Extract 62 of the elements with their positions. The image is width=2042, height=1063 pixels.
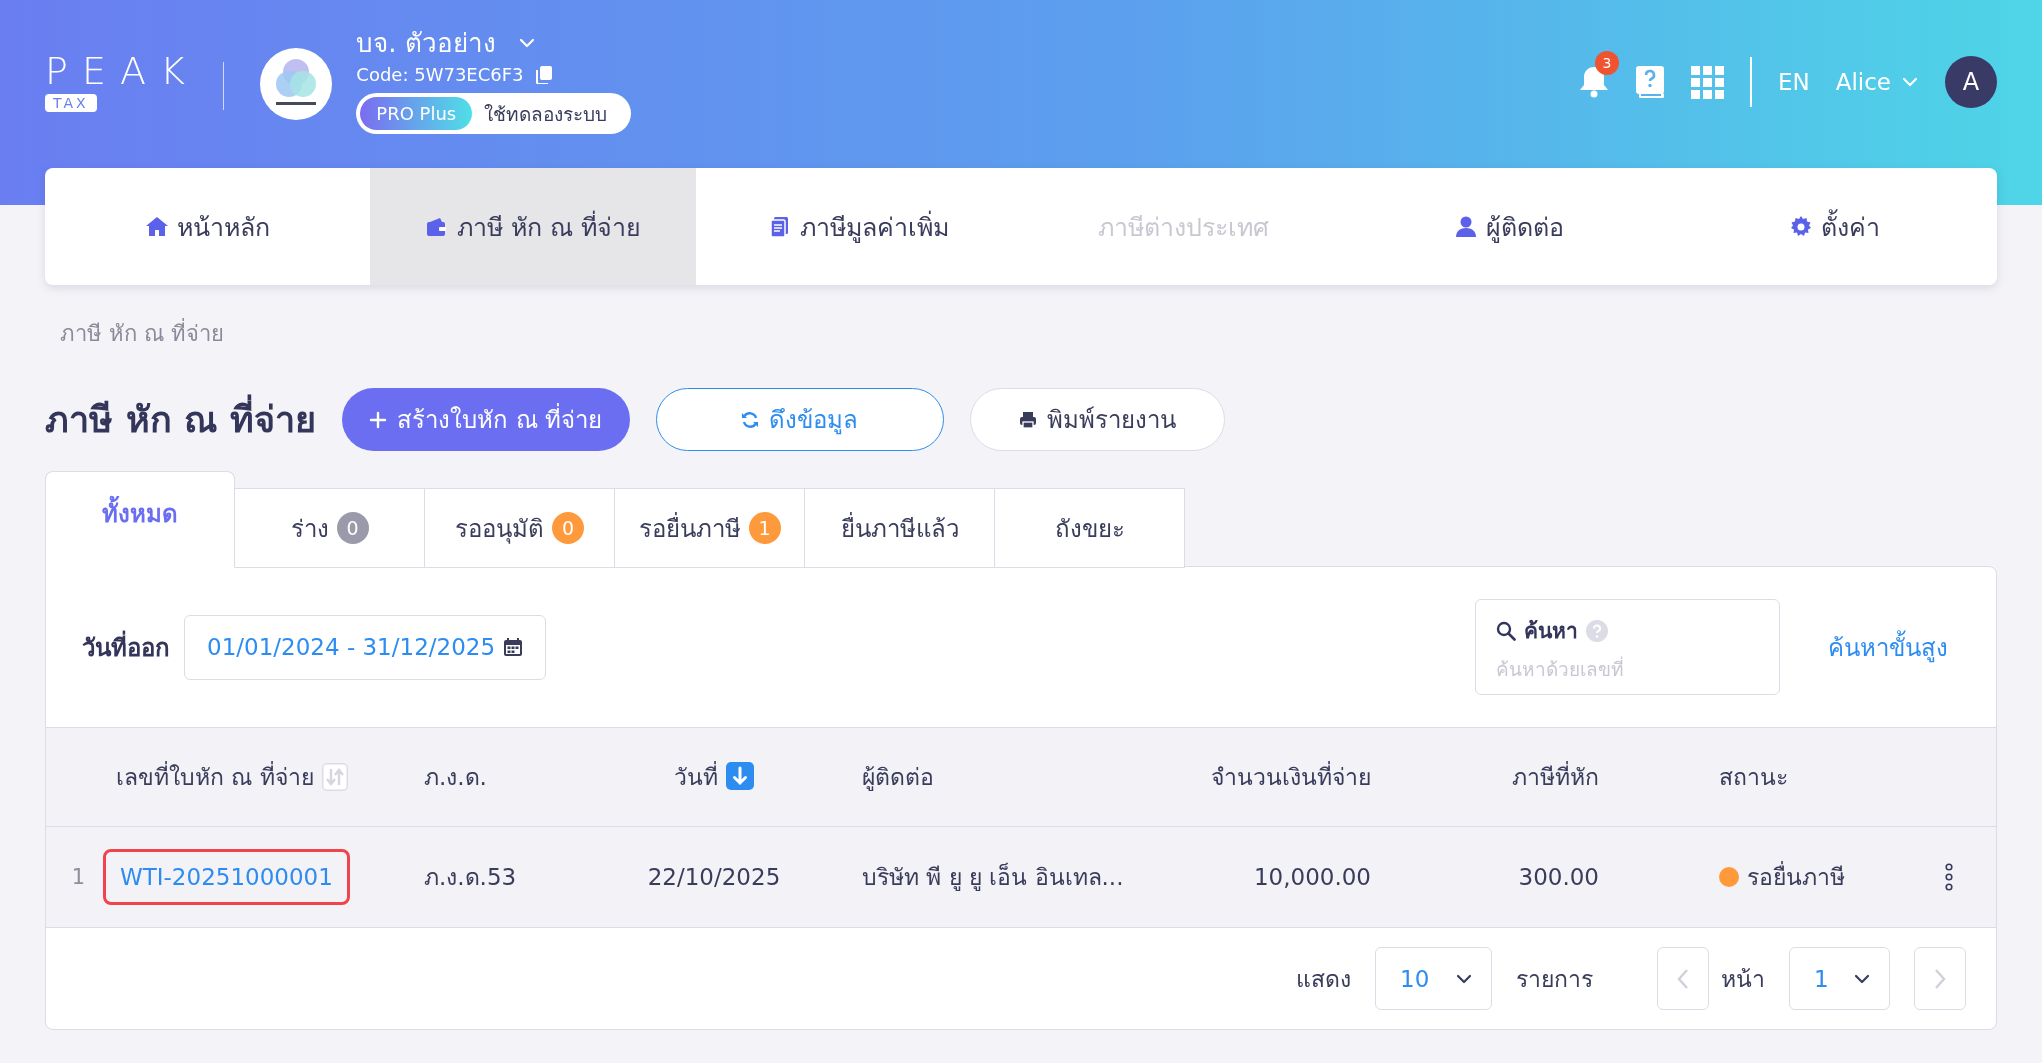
- count-badge: 0: [552, 512, 584, 544]
- nav-tab[interactable]: ภาษีมูลค่าเพิ่ม: [695, 168, 1021, 285]
- search-icon: [1496, 620, 1516, 641]
- table-cell: 22/10/2025: [647, 864, 781, 890]
- sort-descending-icon[interactable]: [726, 762, 754, 792]
- settings-icon: [1788, 214, 1813, 239]
- tax-badge: TAX: [45, 94, 97, 112]
- count-badge: 0: [336, 512, 369, 544]
- status-tab[interactable]: รอยื่นภาษี 1: [615, 488, 805, 568]
- items-label: รายการ: [1516, 964, 1593, 994]
- sort-icon[interactable]: [321, 763, 348, 791]
- trial-label: ใช้ทดลองระบบ: [483, 101, 609, 127]
- column-header[interactable]: ภ.ง.ด.: [424, 759, 487, 795]
- status-tab[interactable]: ร่าง 0: [235, 488, 425, 568]
- column-header[interactable]: ภาษีที่หัก: [1512, 759, 1599, 795]
- status-label: รอยื่นภาษี: [1747, 859, 1845, 895]
- table-cell-text: บริษัท พี ยู ยู เอ็น อินเทล...: [862, 861, 1124, 893]
- calendar-icon: [503, 637, 524, 657]
- status-tab[interactable]: ทั้งหมด: [45, 471, 235, 568]
- refresh-icon: [741, 410, 760, 429]
- table-cell-text: ภ.ง.ด.53: [424, 863, 517, 892]
- plus-icon: [368, 410, 387, 429]
- status-tab[interactable]: รออนุมัติ 0: [425, 488, 615, 568]
- date-filter-label: วันที่ออก: [82, 627, 170, 667]
- next-page-button[interactable]: [1914, 947, 1966, 1010]
- nav-tab[interactable]: ภาษี หัก ณ ที่จ่าย: [370, 168, 696, 285]
- nav-tab[interactable]: หน้าหลัก: [45, 168, 371, 285]
- notification-badge: 3: [1594, 51, 1619, 75]
- nav-tab[interactable]: ตั้งค่า: [1671, 168, 1997, 285]
- column-header[interactable]: วันที่: [674, 759, 718, 795]
- count-badge: 1: [748, 512, 781, 544]
- search-label: ค้นหา: [1524, 618, 1578, 645]
- print-report-button[interactable]: พิมพ์รายงาน: [969, 388, 1225, 451]
- plan-badge: PRO Plus: [360, 97, 473, 130]
- person-icon: [1453, 214, 1478, 239]
- printer-icon: [1018, 410, 1037, 429]
- row-number: 1: [70, 865, 87, 889]
- status-tab[interactable]: ยื่นภาษีแล้ว: [805, 488, 995, 568]
- column-header[interactable]: สถานะ: [1719, 759, 1788, 795]
- column-header[interactable]: ผู้ติดต่อ: [862, 759, 934, 795]
- column-header[interactable]: เลขที่ใบหัก ณ ที่จ่าย: [116, 759, 314, 795]
- help-icon[interactable]: [1586, 619, 1608, 642]
- copy-icon[interactable]: [535, 65, 552, 84]
- help-book-icon[interactable]: [1634, 65, 1665, 99]
- page-label: หน้า: [1721, 964, 1765, 994]
- company-code: Code: 5W73EC6F3: [356, 64, 524, 85]
- nav-tab[interactable]: ผู้ติดต่อ: [1346, 168, 1672, 285]
- previous-page-button[interactable]: [1657, 947, 1709, 1010]
- column-header[interactable]: จำนวนเงินที่จ่าย: [1211, 759, 1371, 795]
- company-logo-icon: [260, 48, 333, 120]
- show-label: แสดง: [1296, 964, 1351, 994]
- page-title: ภาษี หัก ณ ที่จ่าย: [45, 391, 316, 448]
- user-avatar[interactable]: A: [1945, 56, 1997, 108]
- status-tab[interactable]: ถังขยะ: [995, 488, 1185, 568]
- more-menu-icon[interactable]: [1943, 863, 1954, 891]
- home-icon: [145, 214, 170, 239]
- apps-grid-icon[interactable]: [1690, 65, 1724, 99]
- logo-wordmark: PEAK: [45, 52, 199, 90]
- table-cell: 300.00: [1518, 864, 1599, 890]
- create-button[interactable]: สร้างใบหัก ณ ที่จ่าย: [341, 388, 630, 451]
- table-cell: 10,000.00: [1253, 864, 1371, 890]
- plan-pill[interactable]: PRO Plus ใช้ทดลองระบบ: [356, 93, 632, 134]
